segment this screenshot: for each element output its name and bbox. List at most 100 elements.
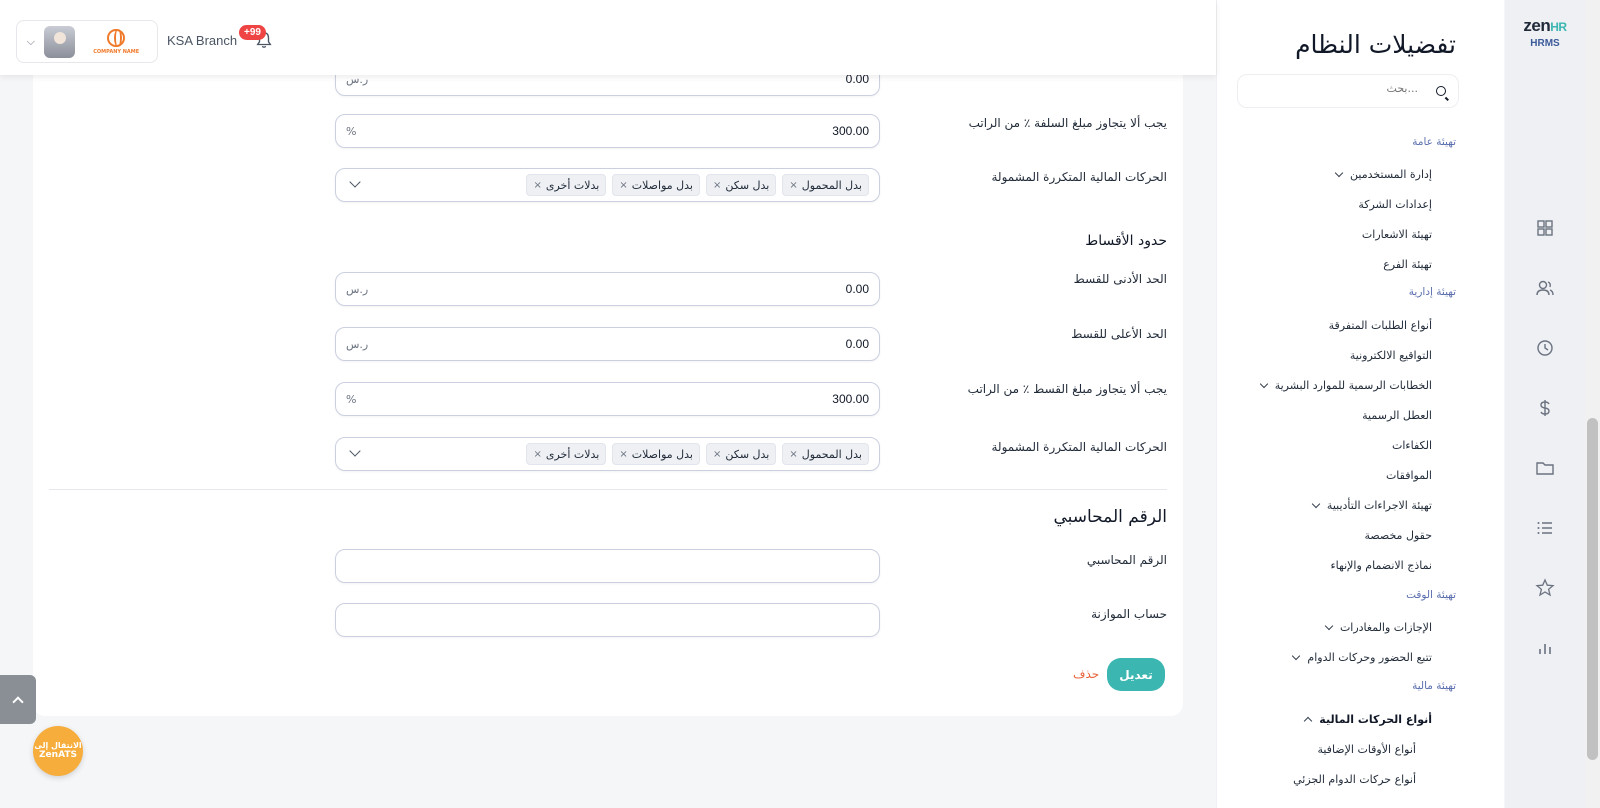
zenats-caption: الانتقال إلى xyxy=(34,740,82,750)
delete-button[interactable]: حذف xyxy=(1073,667,1099,681)
tag-label: بدل مواصلات xyxy=(631,178,693,192)
brand-logo[interactable]: zenHR HRMS xyxy=(1517,16,1573,49)
chevron-down-icon[interactable] xyxy=(1292,651,1301,661)
menu-label: العطل الرسمية xyxy=(1362,409,1432,422)
tag[interactable]: × بدلات أخرى xyxy=(526,174,607,196)
bar-chart-icon[interactable] xyxy=(1535,638,1555,658)
remove-tag-icon[interactable]: × xyxy=(713,180,721,191)
installment-min-input[interactable]: 0.00 ر.س xyxy=(335,272,880,306)
user-branch-switcher[interactable]: ⌵ COMPANY NAME xyxy=(16,20,158,63)
star-icon[interactable] xyxy=(1535,578,1555,598)
remove-tag-icon[interactable]: × xyxy=(713,449,721,460)
search-input[interactable] xyxy=(1248,82,1418,95)
menu-label: الكفاءات xyxy=(1392,439,1432,452)
accounting-section-title: الرقم المحاسبي xyxy=(1053,507,1167,527)
sidebar-item-company-settings[interactable]: إعدادات الشركة xyxy=(1358,198,1432,211)
sidebar-item-overtime-types[interactable]: أنواع الأوقات الإضافية xyxy=(1317,743,1416,756)
menu-label: تهيئة الاشعارات xyxy=(1361,228,1432,241)
avatar[interactable] xyxy=(44,25,76,58)
chevron-down-icon[interactable] xyxy=(1311,499,1321,509)
users-icon[interactable] xyxy=(1535,278,1555,298)
menu-label: تتبع الحضور وحركات الدوام xyxy=(1307,651,1432,664)
sidebar-item-onboarding-templates[interactable]: نماذج الانضمام والإنهاء xyxy=(1330,559,1432,572)
section-divider xyxy=(49,489,1167,490)
page-scrollbar[interactable] xyxy=(1585,0,1600,808)
chevron-down-icon[interactable]: ⌵ xyxy=(23,35,38,49)
main-nav-rail: zenHR HRMS xyxy=(1505,0,1585,808)
sidebar-item-notifications-setup[interactable]: تهيئة الاشعارات xyxy=(1362,228,1432,241)
sidebar-item-hr-letters[interactable]: الخطابات الرسمية للموارد البشرية xyxy=(1259,379,1432,392)
remove-tag-icon[interactable]: × xyxy=(533,449,541,460)
group-time: تهيئة الوقت xyxy=(1406,589,1456,601)
top-bar: ⌵ COMPANY NAME KSA Branch +99 xyxy=(0,0,1216,75)
notification-badge[interactable]: +99 xyxy=(239,25,266,40)
chevron-down-icon[interactable] xyxy=(1334,168,1344,178)
tag[interactable]: × بدلات أخرى xyxy=(526,443,607,465)
branch-name[interactable]: KSA Branch xyxy=(167,33,237,48)
search-icon[interactable] xyxy=(1436,86,1446,96)
currency-unit: ر.س xyxy=(346,337,369,351)
globe-icon xyxy=(107,28,126,47)
field-value: 300.00 xyxy=(832,124,869,138)
zenats-switch-button[interactable]: الانتقال إلى ZenATS xyxy=(33,726,83,776)
tag[interactable]: × بدل سكن xyxy=(705,443,777,465)
percent-unit: % xyxy=(346,392,357,406)
sidebar-item-partial-types[interactable]: أنواع حركات الدوام الجزئي xyxy=(1293,773,1416,786)
sidebar-item-competencies[interactable]: الكفاءات xyxy=(1392,439,1432,452)
sidebar-item-e-signatures[interactable]: التواقيع الالكترونية xyxy=(1350,349,1432,362)
menu-label: إعدادات الشركة xyxy=(1358,198,1432,211)
tag[interactable]: × بدل مواصلات xyxy=(612,443,700,465)
tag[interactable]: × بدل مواصلات xyxy=(612,174,700,196)
dashboard-icon[interactable] xyxy=(1535,218,1555,238)
advance-max-pct-input[interactable]: 300.00 % xyxy=(335,114,880,148)
remove-tag-icon[interactable]: × xyxy=(619,449,627,460)
accounting-number-input[interactable] xyxy=(335,549,880,583)
sidebar-item-user-management[interactable]: إدارة المستخدمين xyxy=(1334,168,1432,181)
group-general: تهيئة عامة xyxy=(1412,136,1456,148)
scroll-to-top-button[interactable] xyxy=(0,675,36,724)
sidebar-item-leaves[interactable]: الإجازات والمغادرات xyxy=(1324,621,1432,634)
field-value: 300.00 xyxy=(832,392,869,406)
chevron-down-icon[interactable] xyxy=(349,445,361,457)
settings-search[interactable] xyxy=(1237,74,1459,108)
installment-max-pct-input[interactable]: 300.00 % xyxy=(335,382,880,416)
menu-label: التواقيع الالكترونية xyxy=(1349,349,1432,362)
sidebar-item-disciplinary[interactable]: تهيئة الاجراءات التأديبية xyxy=(1311,499,1432,512)
tag[interactable]: × بدل المحمول xyxy=(782,443,869,465)
remove-tag-icon[interactable]: × xyxy=(789,180,797,191)
folder-icon[interactable] xyxy=(1535,458,1555,478)
installment-max-input[interactable]: 0.00 ر.س xyxy=(335,327,880,361)
scrollbar-thumb[interactable] xyxy=(1587,418,1598,760)
remove-tag-icon[interactable]: × xyxy=(533,180,541,191)
sidebar-item-branch-setup[interactable]: تهيئة الفرع xyxy=(1383,258,1432,271)
edit-button[interactable]: تعديل xyxy=(1107,658,1165,691)
sidebar-item-holidays[interactable]: العطل الرسمية xyxy=(1362,409,1432,422)
advance-recurring-label: الحركات المالية المتكررة المشمولة xyxy=(991,170,1168,184)
dollar-icon[interactable] xyxy=(1535,398,1555,418)
installment-recurring-select[interactable]: × بدلات أخرى × بدل مواصلات × بدل سكن × بدل ا… xyxy=(335,437,880,471)
tag-label: بدل المحمول xyxy=(801,447,862,461)
tag[interactable]: × بدل سكن xyxy=(705,174,777,196)
list-icon[interactable] xyxy=(1535,518,1555,538)
sidebar-item-custom-fields[interactable]: حقول مخصصة xyxy=(1364,529,1432,542)
menu-label: حقول مخصصة xyxy=(1364,529,1432,542)
logo-text: zenHR xyxy=(1517,16,1573,36)
sidebar-item-misc-requests[interactable]: أنواع الطلبات المتفرقة xyxy=(1329,319,1432,332)
tag-label: بدل سكن xyxy=(725,447,770,461)
remove-tag-icon[interactable]: × xyxy=(789,449,797,460)
chevron-up-icon[interactable] xyxy=(1304,716,1313,726)
sidebar-item-approvals[interactable]: الموافقات xyxy=(1386,469,1432,482)
chevron-down-icon[interactable] xyxy=(349,176,361,188)
logo-main: zen xyxy=(1523,16,1551,35)
remove-tag-icon[interactable]: × xyxy=(619,180,627,191)
accounting-number-label: الرقم المحاسبي xyxy=(1086,553,1167,567)
chevron-down-icon[interactable] xyxy=(1324,621,1334,631)
chevron-down-icon[interactable] xyxy=(1259,379,1268,389)
budget-account-input[interactable] xyxy=(335,603,880,637)
sidebar-item-financial-types[interactable]: أنواع الحركات المالية xyxy=(1304,713,1432,726)
sidebar-item-attendance[interactable]: تتبع الحضور وحركات الدوام xyxy=(1292,651,1432,664)
tag[interactable]: × بدل المحمول xyxy=(782,174,869,196)
advance-recurring-select[interactable]: × بدلات أخرى × بدل مواصلات × بدل سكن × بدل ا… xyxy=(335,168,880,202)
tag-label: بدل سكن xyxy=(725,178,770,192)
clock-icon[interactable] xyxy=(1535,338,1555,358)
